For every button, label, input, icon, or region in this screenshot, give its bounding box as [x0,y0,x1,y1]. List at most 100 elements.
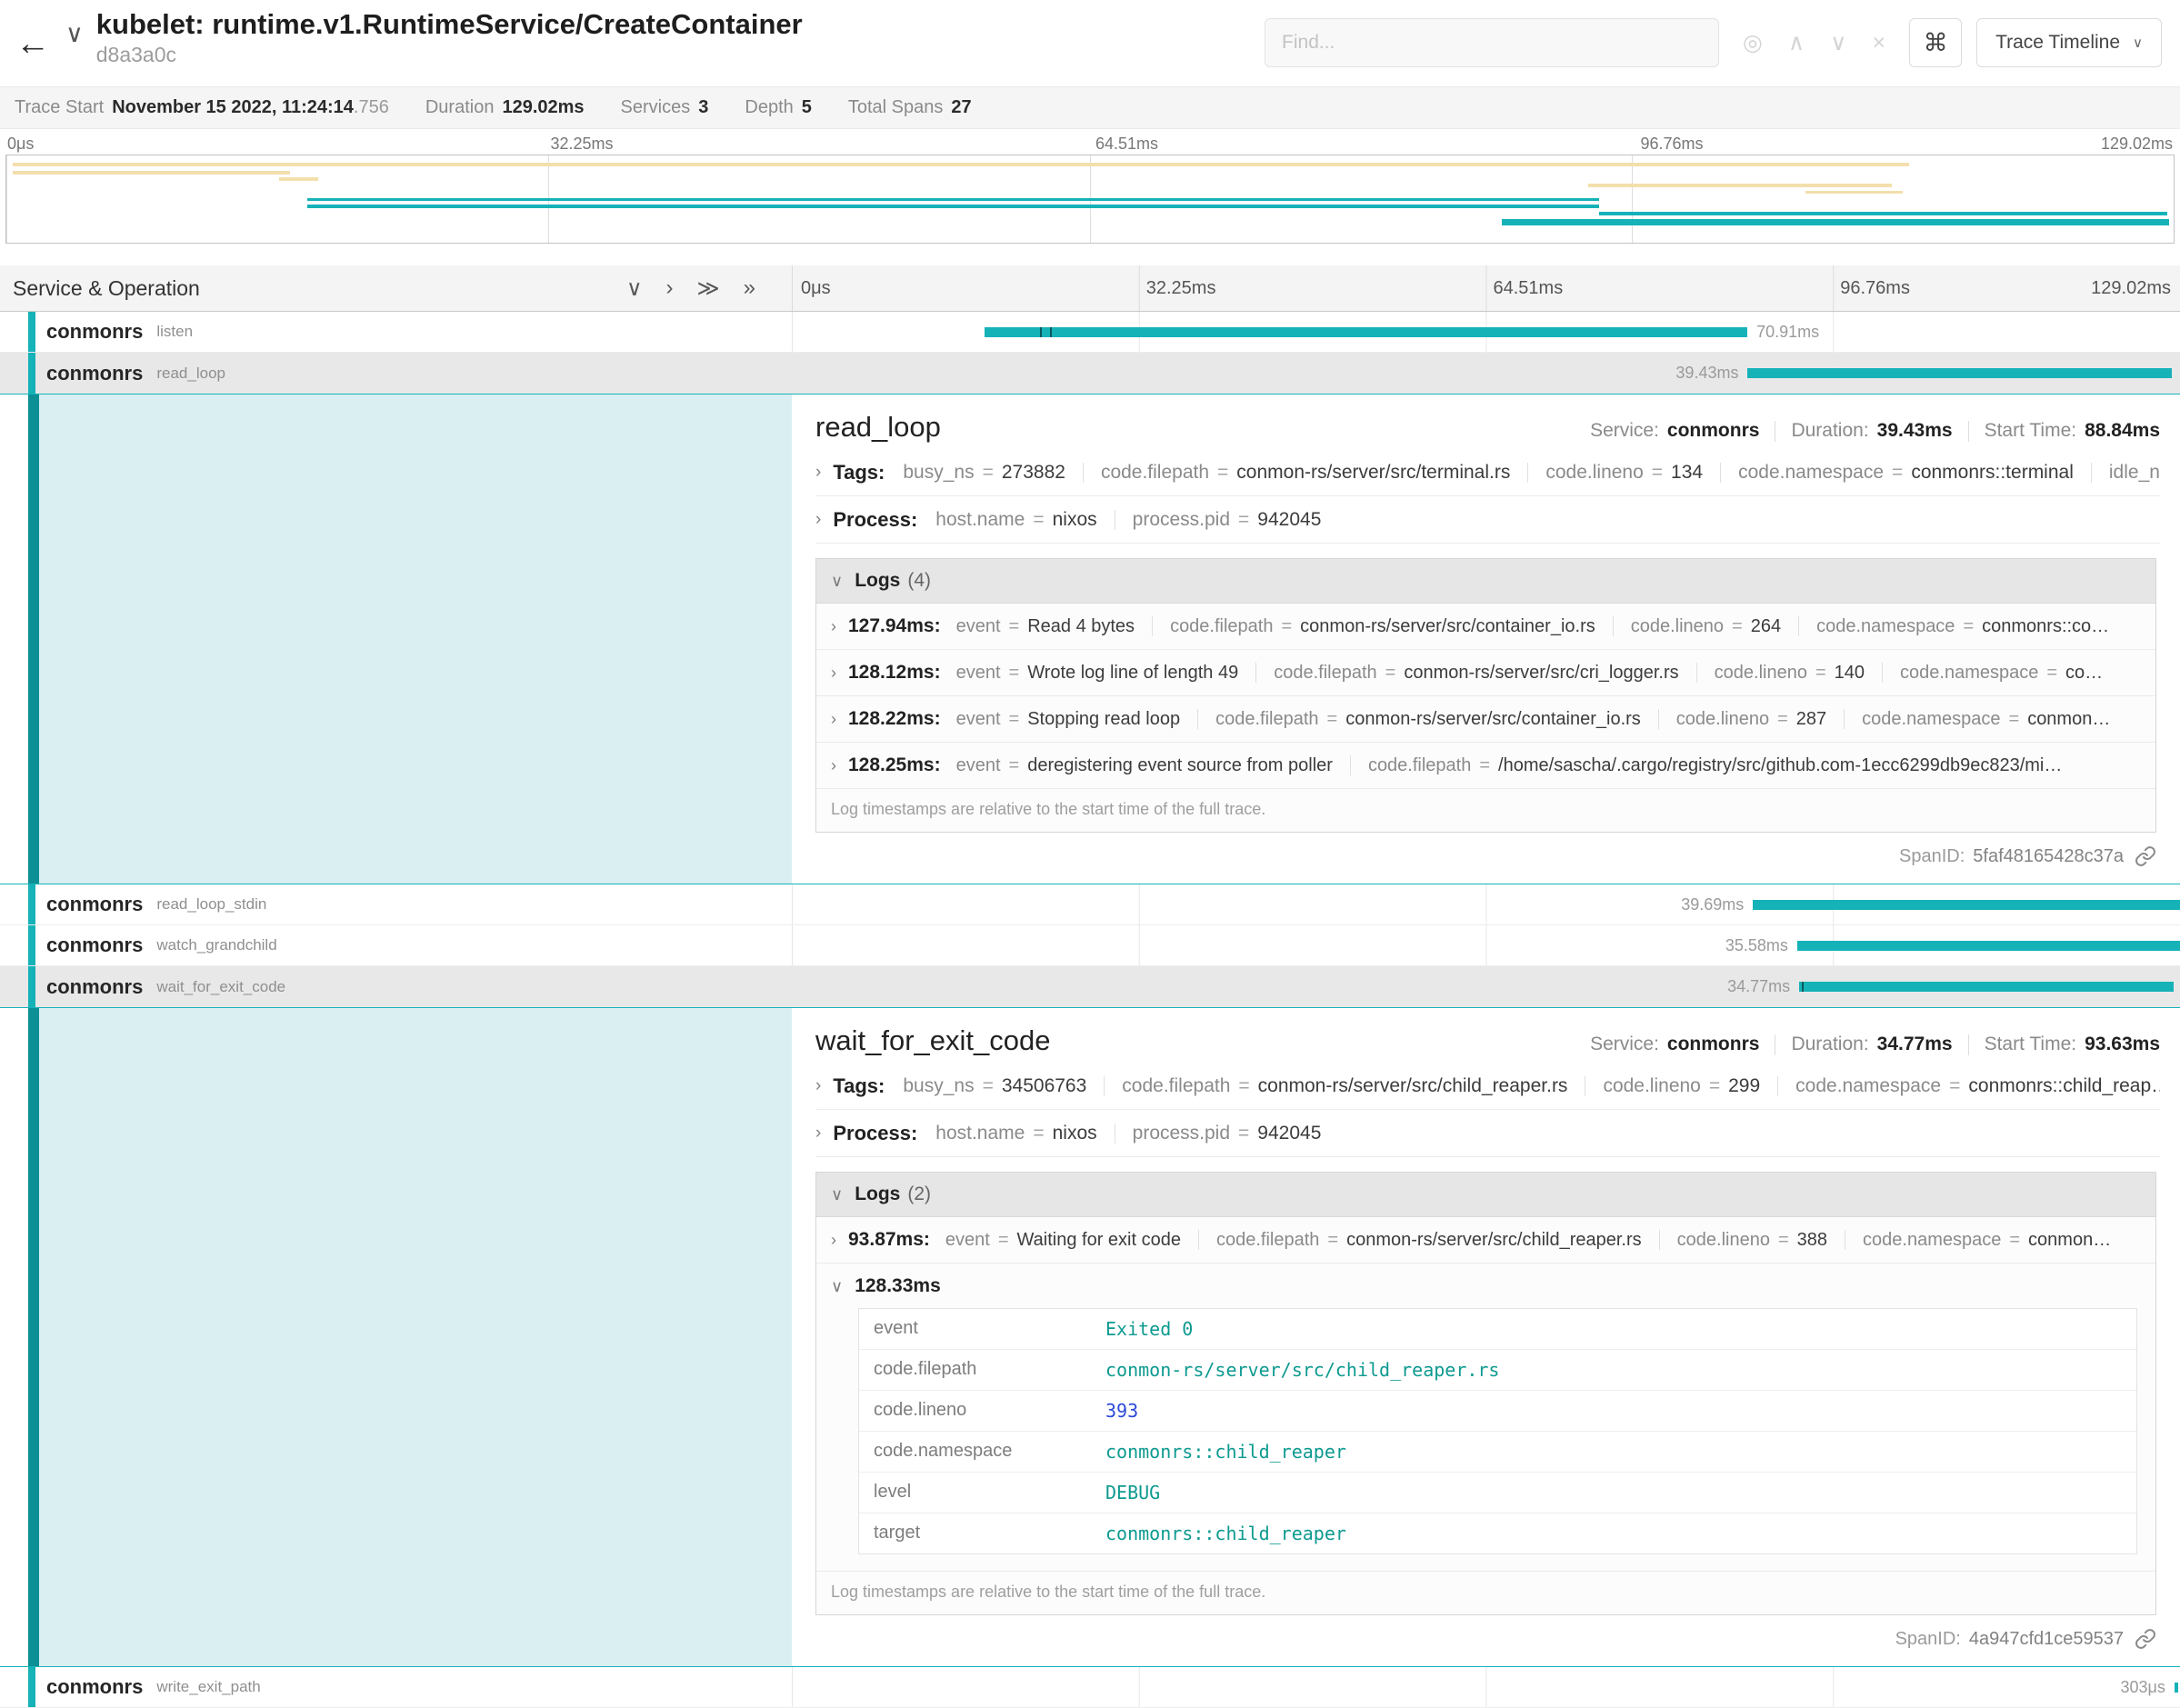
span-row-write-exit-path[interactable]: conmonrs write_exit_path 303μs [0,1667,2180,1708]
span-bar[interactable] [1747,368,2172,378]
trace-view-selector[interactable]: Trace Timeline ∨ [1976,18,2162,67]
span-operation: wait_for_exit_code [156,978,285,996]
spacer [0,249,2180,265]
next-match-icon[interactable]: ∨ [1830,29,1846,56]
span-bar[interactable] [985,327,1747,337]
expand-one-icon[interactable]: › [666,275,674,302]
table-row: levelDEBUG [859,1473,2136,1513]
span-row-read-loop-stdin[interactable]: conmonrs read_loop_stdin 39.69ms [0,884,2180,925]
span-operation: watch_grandchild [156,936,276,954]
detail-panel-indent [0,1008,792,1666]
span-row-watch-grandchild[interactable]: conmonrs watch_grandchild 35.58ms [0,925,2180,966]
span-bar[interactable] [1799,982,2174,992]
clear-search-icon[interactable]: × [1872,30,1885,56]
span-row-read-loop[interactable]: conmonrs read_loop 39.43ms [0,353,2180,394]
caret-right-icon: › [831,1231,836,1250]
logs-footnote: Log timestamps are relative to the start… [816,789,2155,832]
table-row: targetconmonrs::child_reaper [859,1513,2136,1553]
span-service: conmonrs [46,320,143,344]
span-row-listen[interactable]: conmonrs listen 70.91ms [0,312,2180,353]
span-service: conmonrs [46,893,143,916]
log-entry-expanded: ∨ 128.33ms eventExited 0 code.filepathco… [816,1264,2155,1572]
span-duration-label: 34.77ms [1727,977,1790,996]
service-color-bar [28,1667,35,1707]
table-row: eventExited 0 [859,1309,2136,1350]
span-bar[interactable] [2175,1683,2179,1693]
minimap-tick-labels: 0μs 32.25ms 64.51ms 96.76ms 129.02ms [0,129,2180,155]
span-detail-panel-wait-for-exit-code: wait_for_exit_code Service:conmonrs Dura… [0,1007,2180,1667]
tags-row[interactable]: › Tags: busy_ns34506763 code.filepathcon… [815,1063,2160,1110]
service-color-edge [28,395,39,884]
caret-right-icon: › [815,1124,821,1144]
collapse-one-icon[interactable]: ∨ [626,275,643,302]
tags-row[interactable]: › Tags: busy_ns273882 code.filepathconmo… [815,449,2160,496]
log-entry[interactable]: › 93.87ms: eventWaiting for exit code co… [816,1217,2155,1264]
trace-start: Trace StartNovember 15 2022, 11:24:14.75… [15,97,389,118]
detail-panel-indent [0,395,792,884]
table-row: code.namespaceconmonrs::child_reaper [859,1432,2136,1473]
caret-down-icon: ∨ [831,1277,843,1296]
trace-summary-bar: Trace StartNovember 15 2022, 11:24:14.75… [0,87,2180,129]
span-duration-label: 70.91ms [1756,323,1819,342]
span-duration-label: 35.58ms [1725,936,1788,955]
caret-right-icon: › [815,463,821,483]
log-entry[interactable]: › 127.94ms: eventRead 4 bytes code.filep… [816,604,2155,650]
span-detail-title: read_loop [815,411,941,444]
prev-match-icon[interactable]: ∧ [1788,29,1805,56]
span-operation: read_loop [156,365,225,383]
span-service: conmonrs [46,934,143,957]
log-entry-expanded-header[interactable]: ∨ 128.33ms [831,1275,2141,1297]
trace-duration: Duration129.02ms [425,97,585,118]
command-icon: ⌘ [1924,29,1948,57]
minimap-canvas[interactable] [5,155,2175,244]
service-operation-header: Service & Operation [13,276,200,301]
back-button[interactable]: ← [0,0,65,87]
span-detail-panel-read-loop: read_loop Service:conmonrs Duration:39.4… [0,394,2180,884]
table-row: code.lineno393 [859,1391,2136,1432]
span-id-row: SpanID: 4a947cfd1ce59537 [815,1615,2160,1659]
find-input[interactable] [1265,18,1719,67]
back-arrow-icon: ← [15,25,50,64]
span-id-row: SpanID: 5faf48165428c37a [815,833,2160,876]
collapse-all-icon[interactable]: ≫ [697,275,720,302]
trace-minimap[interactable]: 0μs 32.25ms 64.51ms 96.76ms 129.02ms [0,129,2180,249]
process-row[interactable]: › Process: host.namenixos process.pid942… [815,1110,2160,1157]
span-duration-label: 39.69ms [1681,895,1744,914]
caret-right-icon: › [815,510,821,530]
process-row[interactable]: › Process: host.namenixos process.pid942… [815,496,2160,544]
keyboard-shortcuts-button[interactable]: ⌘ [1909,18,1962,67]
log-entry[interactable]: › 128.25ms: eventderegistering event sou… [816,743,2155,789]
span-bar[interactable] [1797,941,2180,951]
service-color-bar [28,966,35,1007]
service-color-bar [28,312,35,352]
scroll-to-match-icon[interactable]: ◎ [1743,29,1763,56]
logs-section: ∨ Logs (4) › 127.94ms: eventRead 4 bytes… [815,558,2156,833]
timeline-ruler: 0μs 32.25ms 64.51ms 96.76ms 129.02ms [792,265,2180,311]
link-icon[interactable] [2135,845,2156,867]
span-operation: read_loop_stdin [156,895,266,914]
span-bar[interactable] [1753,900,2180,910]
span-detail-meta: Service:conmonrs Duration:34.77ms Start … [1590,1034,2160,1055]
service-color-bar [28,884,35,924]
span-operation: write_exit_path [156,1678,260,1696]
trace-view-label: Trace Timeline [1995,32,2120,54]
span-service: conmonrs [46,1675,143,1699]
collapse-trace-header-button[interactable]: ∨ [65,20,84,48]
link-icon[interactable] [2135,1628,2156,1650]
service-color-bar [28,925,35,965]
table-row: code.filepathconmon-rs/server/src/child_… [859,1350,2136,1391]
expand-all-icon[interactable]: » [744,275,755,302]
log-entry[interactable]: › 128.12ms: eventWrote log line of lengt… [816,650,2155,696]
logs-header[interactable]: ∨ Logs (2) [816,1173,2155,1217]
trace-total-spans: Total Spans27 [848,97,972,118]
logs-header[interactable]: ∨ Logs (4) [816,559,2155,604]
caret-right-icon: › [831,664,836,683]
chevron-down-icon: ∨ [2133,35,2143,51]
trace-page-header: ← ∨ kubelet: runtime.v1.RuntimeService/C… [0,0,2180,87]
timeline-grid-header: Service & Operation ∨ › ≫ » 0μs 32.25ms … [0,265,2180,312]
log-entry[interactable]: › 128.22ms: eventStopping read loop code… [816,696,2155,743]
span-row-wait-for-exit-code[interactable]: conmonrs wait_for_exit_code 34.77ms [0,966,2180,1007]
span-detail-title: wait_for_exit_code [815,1024,1051,1057]
chevron-down-icon: ∨ [65,20,84,47]
service-color-bar [28,353,35,394]
